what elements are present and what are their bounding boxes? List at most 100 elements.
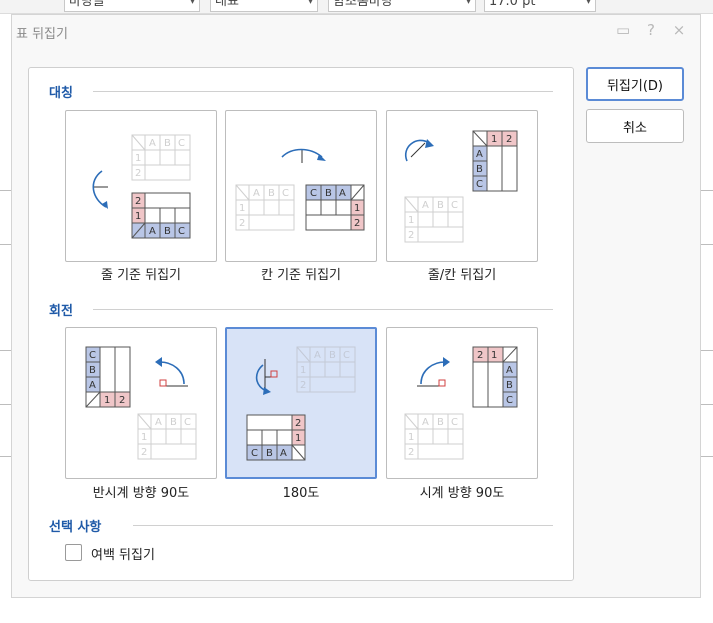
diagonal-flip-arrow-icon	[404, 139, 434, 162]
table-cell-label: A	[314, 350, 321, 361]
rotate-cw-arrow-icon	[417, 357, 450, 387]
table-cell-label: A	[149, 138, 156, 149]
font-size-select[interactable]: 17.0 pt ▾	[484, 0, 596, 12]
table-cell-label: C	[451, 200, 458, 211]
table-cell-label: B	[164, 226, 171, 237]
cancel-button[interactable]: 취소	[586, 109, 684, 143]
table-cell-label: C	[451, 417, 458, 428]
caption-col-flip: 칸 기준 뒤집기	[260, 268, 342, 283]
table-cell-label: B	[164, 138, 171, 149]
tile-ccw-90[interactable]: CBA 12 ABC 12	[65, 327, 217, 479]
table-cell-label: A	[339, 188, 346, 199]
chevron-down-icon: ▾	[465, 0, 471, 7]
font-select[interactable]: 함초롬바탕 ▾	[328, 0, 476, 12]
row-flip-illustration: ABC 12 21 ABC	[92, 134, 191, 239]
divider	[93, 309, 553, 310]
table-cell-label: 1	[239, 203, 245, 214]
style-select[interactable]: 바탕글 ▾	[64, 0, 200, 12]
tile-rowcol-flip[interactable]: 12 ABC ABC 12	[386, 110, 538, 262]
table-cell-label: A	[149, 226, 156, 237]
table-cell-label: 2	[295, 418, 301, 429]
table-cell-label: 1	[491, 134, 497, 145]
table-cell-label: B	[268, 188, 275, 199]
help-button[interactable]: ?	[644, 21, 658, 39]
table-cell-label: C	[89, 350, 96, 361]
section-options-label: 선택 사항	[49, 520, 102, 535]
r180-illustration: ABC 12 21 CBA	[246, 346, 356, 461]
table-cell-label: B	[89, 365, 96, 376]
table-graphic-faded: ABC 1 2	[404, 196, 464, 243]
table-cell-label: 1	[354, 203, 360, 214]
background-rule	[0, 404, 11, 405]
table-graphic-rotated: 2 1 CBA	[246, 414, 306, 461]
flip-arrow-icon	[281, 148, 326, 163]
caption-rotate-180: 180도	[282, 486, 320, 501]
table-cell-label: C	[178, 226, 185, 237]
tile-cw-90[interactable]: 21 ABC ABC 12	[386, 327, 538, 479]
flip-table-dialog: 표 뒤집기 ▭ ? × 대칭 ABC 12 2 1 A B C 줄 기준 뒤집기…	[11, 14, 701, 598]
table-graphic-faded: ABC 1 2	[404, 413, 464, 460]
dialog-titlebar[interactable]: 표 뒤집기 ▭ ? ×	[12, 15, 700, 49]
table-graphic-rotated: 21 ABC	[472, 346, 518, 408]
background-rule	[0, 350, 11, 351]
background-rule	[700, 404, 713, 405]
caption-cw-90: 시계 방향 90도	[419, 486, 505, 501]
rotate-ccw-arrow-icon	[155, 357, 188, 387]
caption-rowcol-flip: 줄/칸 뒤집기	[427, 268, 497, 283]
tile-col-flip[interactable]: ABC 12 CBA 12	[225, 110, 377, 262]
margin-flip-label: 여백 뒤집기	[91, 548, 155, 563]
tile-row-flip[interactable]: ABC 12 21 ABC	[65, 110, 217, 262]
table-cell-label: 2	[300, 380, 306, 391]
table-cell-label: B	[170, 417, 177, 428]
table-cell-label: A	[253, 188, 260, 199]
tile-rotate-180[interactable]: ABC 12 21 CBA	[225, 327, 377, 479]
table-graphic-faded: ABC 1 2	[131, 134, 191, 181]
table-cell-label: 1	[295, 433, 301, 444]
caption-ccw-90: 반시계 방향 90도	[92, 486, 190, 501]
table-graphic-transposed: 12 ABC	[472, 130, 518, 192]
cw90-illustration: 21 ABC ABC 12	[404, 346, 518, 460]
table-graphic-flipped: 2 1 ABC	[131, 192, 191, 239]
table-cell-label: A	[422, 417, 429, 428]
background-rule	[0, 456, 11, 457]
table-graphic-faded: ABC 1 2	[137, 413, 197, 460]
table-cell-label: 2	[354, 218, 360, 229]
ccw90-illustration: CBA 12 ABC 12	[85, 346, 197, 460]
language-select[interactable]: 대표 ▾	[210, 0, 318, 12]
background-rule	[0, 244, 11, 245]
table-cell-label: C	[251, 448, 258, 459]
flip-arrow-icon	[92, 170, 108, 209]
table-cell-label: C	[506, 395, 513, 406]
chevron-down-icon: ▾	[189, 0, 195, 7]
divider	[93, 91, 553, 92]
table-cell-label: A	[422, 200, 429, 211]
close-button[interactable]: ×	[672, 21, 686, 39]
comment-icon[interactable]: ▭	[616, 21, 630, 39]
margin-flip-checkbox[interactable]	[65, 544, 82, 561]
table-graphic-flipped: CBA 1 2	[305, 184, 365, 231]
section-rotate-label: 회전	[49, 304, 73, 319]
chevron-down-icon: ▾	[307, 0, 313, 7]
table-cell-label: 1	[408, 432, 414, 443]
table-cell-label: 2	[141, 447, 147, 458]
table-cell-label: B	[437, 200, 444, 211]
section-mirror-label: 대칭	[49, 86, 73, 101]
col-flip-illustration: ABC 12 CBA 12	[235, 148, 365, 231]
table-cell-label: C	[343, 350, 350, 361]
background-toolbar: 바탕글 ▾ 대표 ▾ 함초롬바탕 ▾ 17.0 pt ▾	[0, 0, 713, 14]
background-rule	[700, 350, 713, 351]
background-rule	[700, 190, 713, 191]
table-cell-label: B	[266, 448, 273, 459]
table-cell-label: 2	[477, 350, 483, 361]
dialog-title: 표 뒤집기	[16, 27, 68, 42]
table-cell-label: B	[476, 164, 483, 175]
background-rule	[700, 244, 713, 245]
table-cell-label: C	[310, 188, 317, 199]
table-cell-label: A	[506, 365, 513, 376]
divider	[133, 525, 553, 526]
table-graphic-faded: ABC 1 2	[296, 346, 356, 393]
table-cell-label: A	[89, 380, 96, 391]
table-cell-label: 2	[135, 168, 141, 179]
table-cell-label: B	[437, 417, 444, 428]
flip-button[interactable]: 뒤집기(D)	[586, 67, 684, 101]
